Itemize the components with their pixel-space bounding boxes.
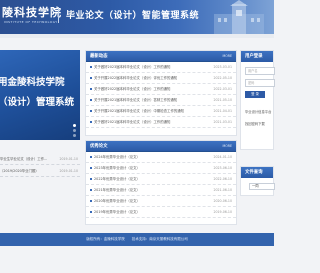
list-item[interactable]: 关于做好2023届本科毕业论文（设计）工作的通知 2023-03-01 [86,62,236,73]
bullet-icon [90,88,92,90]
list-item[interactable]: 关于开展2021届本科毕业论文（设计）中期检查工作的通知 2021-04-01 [86,106,236,117]
bullet-icon [90,167,92,169]
list-item-date: 2021-03-01 [213,120,232,124]
list-item-date: 2020-06-10 [213,199,232,203]
left-news-list: 毕业生毕业论文（设计）工作... 2019-01-10 （2019/2020毕业… [0,153,80,177]
banner-line-2: （设计）管理系统 [0,97,75,108]
list-item-title: 2019年优秀毕业设计（论文） [94,210,140,214]
list-item[interactable]: 关于开展2022届本科毕业论文（设计）评优工作的通知 2022-05-10 [86,73,236,84]
platform-link[interactable]: 毕业设计信息平台 [245,109,271,114]
login-panel-title: 用户登录 [245,54,263,59]
list-item-title: 2024年优秀毕业设计（论文） [94,155,140,159]
list-item-title: 2021年优秀毕业设计（论文） [94,188,140,192]
bullet-icon [90,77,92,79]
list-item[interactable]: 2019年优秀毕业设计（论文） 2019-06-10 [86,207,236,218]
list-item[interactable]: 关于做好2022届本科毕业论文（设计）工作的通知 2022-03-01 [86,84,236,95]
excellent-panel-header: 优秀论文 MORE [86,141,236,152]
list-item-title: （2019/2020毕业门题） [0,169,39,173]
list-item[interactable]: 2024年优秀毕业设计（论文） 2024-01-10 [86,152,236,163]
list-item-date: 2021-06-10 [213,188,232,192]
list-item-date: 2022-06-10 [213,177,232,181]
list-item-date: 2019-06-10 [213,210,232,214]
list-item-date: 2021-05-10 [213,98,232,102]
banner-dot-2[interactable] [73,129,76,132]
list-item[interactable]: 毕业生毕业论文（设计）工作... 2019-01-10 [0,153,80,165]
bullet-icon [90,99,92,101]
list-item-title: 关于做好2021届本科毕业论文（设计）工作的通知 [94,120,171,124]
notice-more-link[interactable]: MORE [223,54,233,58]
list-item[interactable]: 关于做好2021届本科毕业论文（设计）工作的通知 2021-03-01 [86,117,236,128]
banner-dot-3[interactable] [73,134,76,137]
bullet-icon [90,211,92,213]
system-title: 毕业论文（设计）智能管理系统 [66,11,200,21]
list-item-title: 2020年优秀毕业设计（论文） [94,199,140,203]
school-logo-text[interactable]: 陵科技学院 [2,4,62,20]
notice-panel-header: 最新动态 MORE [86,51,236,62]
notice-panel: 最新动态 MORE 关于做好2023届本科毕业论文（设计）工作的通知 2023-0… [85,50,237,136]
username-input[interactable]: 用户名 [245,67,275,75]
list-item-title: 关于开展2021届本科毕业论文（设计）中期检查工作的通知 [94,109,185,113]
school-logo-subtitle: INSTITUTE OF TECHNOLOGY [4,20,58,24]
list-item[interactable]: （2019/2020毕业门题） 2019-01-10 [0,165,80,177]
list-item-date: 2024-01-10 [213,155,232,159]
list-item-title: 关于开展2022届本科毕业论文（设计）评优工作的通知 [94,76,178,80]
list-item-date: 2019-01-10 [59,157,78,161]
list-item[interactable]: 2021年优秀毕业设计（论文） 2021-06-10 [86,185,236,196]
header-subbar [0,34,274,38]
list-item[interactable]: 2023年优秀毕业设计（论文） 2023-06-10 [86,163,236,174]
bullet-icon [90,156,92,158]
list-item-title: 关于开展2021届本科毕业论文（设计）答辩工作的通知 [94,98,178,102]
footer: 版权所有：金陵科技学院 技术支持：南京天丽教科技有限公司 [0,233,274,246]
header-divider [58,7,59,23]
list-item-date: 2022-03-01 [213,87,232,91]
list-item-title: 毕业生毕业论文（设计）工作... [0,157,48,161]
bullet-icon [90,200,92,202]
notice-list: 关于做好2023届本科毕业论文（设计）工作的通知 2023-03-01 关于开展20… [86,62,236,128]
bullet-icon [90,189,92,191]
list-item[interactable]: 2022年优秀毕业设计（论文） 2022-06-10 [86,174,236,185]
list-item-date: 2021-04-01 [213,109,232,113]
query-select[interactable]: 一同 [249,183,275,190]
banner-line-1: 用金陵科技学院 [0,77,65,88]
excellent-panel: 优秀论文 MORE 2024年优秀毕业设计（论文） 2024-01-10 2023年… [85,140,237,225]
password-input[interactable]: 密码 [245,79,275,87]
notice-panel-title: 最新动态 [90,54,108,59]
page-bottom [0,246,274,273]
list-item-title: 关于做好2022届本科毕业论文（设计）工作的通知 [94,87,171,91]
list-item[interactable]: 2020年优秀毕业设计（论文） 2020-06-10 [86,196,236,207]
bullet-icon [90,110,92,112]
list-item-title: 关于做好2023届本科毕业论文（设计）工作的通知 [94,65,171,69]
excellent-list: 2024年优秀毕业设计（论文） 2024-01-10 2023年优秀毕业设计（论文）… [86,152,236,218]
excellent-panel-title: 优秀论文 [90,144,108,149]
list-item-date: 2019-01-10 [59,169,78,173]
query-panel: 文件查询 一同 [240,166,275,196]
list-item-title: 2022年优秀毕业设计（论文） [94,177,140,181]
list-item-title: 2023年优秀毕业设计（论文） [94,166,140,170]
login-button[interactable]: 登 录 [245,91,265,98]
bullet-icon [90,66,92,68]
login-panel: 用户登录 用户名 密码 登 录 毕业设计信息平台 找回密码下载 [240,50,275,150]
list-item-date: 2023-03-01 [213,65,232,69]
login-panel-header: 用户登录 [241,51,273,62]
list-item-date: 2022-05-10 [213,76,232,80]
list-item[interactable]: 关于开展2021届本科毕业论文（设计）答辩工作的通知 2021-05-10 [86,95,236,106]
query-panel-title: 文件查询 [245,170,263,175]
bullet-icon [90,121,92,123]
bullet-icon [90,178,92,180]
banner-dot-1[interactable] [73,124,76,127]
download-link[interactable]: 找回密码下载 [245,121,265,126]
header: 陵科技学院 INSTITUTE OF TECHNOLOGY 毕业论文（设计）智能… [0,0,274,34]
query-panel-header: 文件查询 [241,167,273,178]
building-illustration [214,0,264,34]
banner-slideshow[interactable]: 用金陵科技学院 （设计）管理系统 [0,50,80,140]
excellent-more-link[interactable]: MORE [223,144,233,148]
list-item-date: 2023-06-10 [213,166,232,170]
